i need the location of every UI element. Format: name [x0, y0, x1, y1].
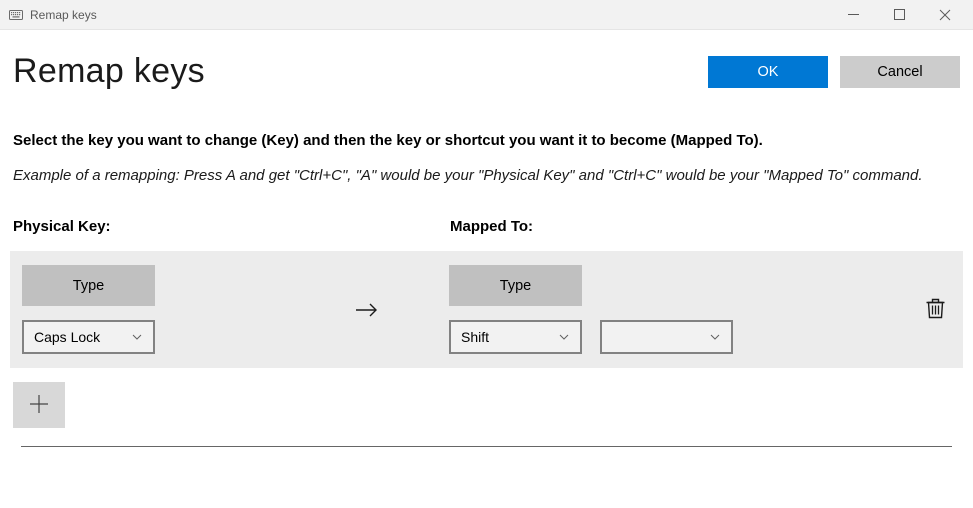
delete-mapping-button[interactable]: [920, 291, 951, 328]
keyboard-icon: [8, 7, 24, 23]
mapping-row: Type Caps Lock Type Shift: [10, 251, 963, 368]
mapped-key-value-1: Shift: [461, 329, 558, 345]
physical-key-dropdown[interactable]: Caps Lock: [22, 320, 155, 354]
add-mapping-button[interactable]: [13, 382, 65, 428]
divider: [21, 446, 952, 447]
chevron-down-icon: [558, 331, 570, 343]
mapped-type-button[interactable]: Type: [449, 265, 582, 306]
plus-icon: [27, 392, 51, 419]
mapped-to-header: Mapped To:: [450, 218, 533, 235]
cancel-button[interactable]: Cancel: [840, 56, 960, 88]
physical-key-value: Caps Lock: [34, 329, 131, 345]
instruction-text: Select the key you want to change (Key) …: [13, 131, 960, 151]
trash-icon: [926, 307, 945, 322]
close-button[interactable]: [931, 1, 959, 29]
physical-type-button[interactable]: Type: [22, 265, 155, 306]
example-text: Example of a remapping: Press A and get …: [13, 165, 960, 186]
window-title: Remap keys: [30, 8, 839, 22]
mapped-key-dropdown-1[interactable]: Shift: [449, 320, 582, 354]
chevron-down-icon: [131, 331, 143, 343]
ok-button[interactable]: OK: [708, 56, 828, 88]
title-bar: Remap keys: [0, 0, 973, 30]
physical-key-header: Physical Key:: [13, 218, 450, 235]
page-title: Remap keys: [13, 52, 205, 91]
maximize-button[interactable]: [885, 1, 913, 29]
mapped-key-dropdown-2[interactable]: [600, 320, 733, 354]
minimize-button[interactable]: [839, 1, 867, 29]
chevron-down-icon: [709, 331, 721, 343]
arrow-icon: [284, 300, 449, 320]
